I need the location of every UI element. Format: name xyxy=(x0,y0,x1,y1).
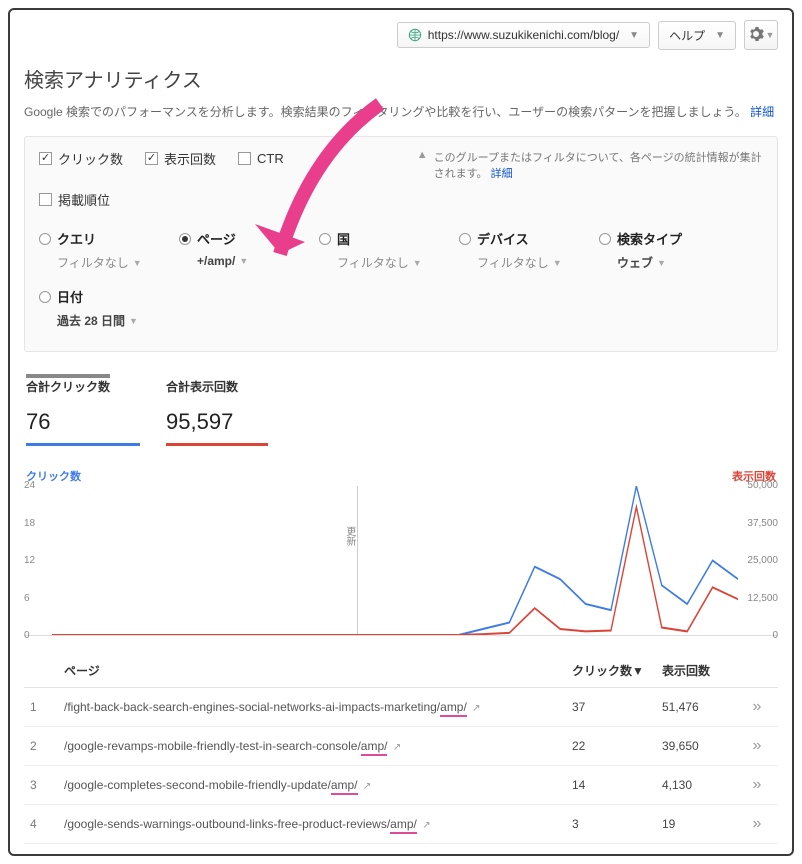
caret-down-icon: ▼ xyxy=(133,258,142,268)
dimension-device: デバイス フィルタなし▼ xyxy=(459,223,599,281)
row-index: 4 xyxy=(30,817,64,831)
help-button[interactable]: ヘルプ ▼ xyxy=(658,21,736,50)
row-more-button[interactable]: » xyxy=(753,698,762,715)
y-right-tick: 12,500 xyxy=(747,593,778,604)
external-link-icon: ↗ xyxy=(363,781,371,792)
site-url: https://www.suzukikenichi.com/blog/ xyxy=(428,28,619,42)
y-left-tick: 24 xyxy=(24,480,35,491)
dimension-date: 日付 過去 28 日間▼ xyxy=(39,281,763,339)
notice-details-link[interactable]: 詳細 xyxy=(491,168,513,180)
dimension-page-filter[interactable]: +/amp/▼ xyxy=(197,254,319,268)
filter-notice: ▲ このグループまたはフィルタについて、各ページの統計情報が集計されます。 詳細 xyxy=(387,149,763,181)
globe-icon xyxy=(408,28,422,42)
row-impressions: 39,650 xyxy=(662,739,742,753)
row-index: 3 xyxy=(30,778,64,792)
chart: クリック数 表示回数 06121824012,50025,00037,50050… xyxy=(24,468,778,636)
col-page-header[interactable]: ページ xyxy=(64,662,572,679)
row-more-button[interactable]: » xyxy=(753,815,762,832)
results-table: ページ クリック数▼ 表示回数 1/fight-back-back-search… xyxy=(24,654,778,844)
row-impressions: 4,130 xyxy=(662,778,742,792)
external-link-icon: ↗ xyxy=(393,742,401,753)
series-line xyxy=(52,507,738,635)
dimension-country: 国 フィルタなし▼ xyxy=(319,223,459,281)
caret-down-icon: ▼ xyxy=(629,30,639,41)
dimension-page-radio[interactable]: ページ xyxy=(179,229,319,248)
metric-position-checkbox[interactable]: 掲載順位 xyxy=(39,190,377,209)
metric-impressions-checkbox[interactable]: 表示回数 xyxy=(145,149,216,168)
caret-down-icon: ▼ xyxy=(129,316,138,326)
totals-row: 合計クリック数 76 合計表示回数 95,597 xyxy=(24,352,778,454)
dimension-device-radio[interactable]: デバイス xyxy=(459,229,599,248)
y-right-tick: 25,000 xyxy=(747,555,778,566)
dimension-query: クエリ フィルタなし▼ xyxy=(39,223,179,281)
row-clicks: 14 xyxy=(572,778,662,792)
row-index: 1 xyxy=(30,700,64,714)
dimension-page: ページ +/amp/▼ xyxy=(179,223,319,281)
page-title: 検索アナリティクス xyxy=(24,64,778,93)
row-clicks: 22 xyxy=(572,739,662,753)
total-impressions: 合計表示回数 95,597 xyxy=(166,374,268,446)
y-right-tick: 37,500 xyxy=(747,518,778,529)
caret-down-icon: ▼ xyxy=(715,30,725,41)
external-link-icon: ↗ xyxy=(472,703,480,714)
details-link[interactable]: 詳細 xyxy=(750,105,774,119)
external-link-icon: ↗ xyxy=(422,820,430,831)
caret-down-icon: ▼ xyxy=(553,258,562,268)
dimension-date-radio[interactable]: 日付 xyxy=(39,287,763,306)
total-clicks: 合計クリック数 76 xyxy=(26,374,140,446)
row-page-link[interactable]: /google-sends-warnings-outbound-links-fr… xyxy=(64,817,572,831)
row-more-button[interactable]: » xyxy=(753,737,762,754)
y-right-tick: 0 xyxy=(772,630,778,641)
metric-clicks-checkbox[interactable]: クリック数 xyxy=(39,149,123,168)
dimension-searchtype: 検索タイプ ウェブ▼ xyxy=(599,223,739,281)
warning-icon: ▲ xyxy=(417,149,428,181)
table-header: ページ クリック数▼ 表示回数 xyxy=(24,654,778,688)
row-page-link[interactable]: /google-revamps-mobile-friendly-test-in-… xyxy=(64,739,572,753)
table-row: 4/google-sends-warnings-outbound-links-f… xyxy=(24,805,778,844)
row-impressions: 19 xyxy=(662,817,742,831)
caret-down-icon: ▼ xyxy=(413,258,422,268)
caret-down-icon: ▼ xyxy=(657,258,666,268)
page-subtitle: Google 検索でのパフォーマンスを分析します。検索結果のフィルタリングや比較… xyxy=(24,103,778,120)
dimension-query-radio[interactable]: クエリ xyxy=(39,229,179,248)
dimension-searchtype-radio[interactable]: 検索タイプ xyxy=(599,229,739,248)
dimension-device-filter[interactable]: フィルタなし▼ xyxy=(477,254,599,271)
table-row: 1/fight-back-back-search-engines-social-… xyxy=(24,688,778,727)
col-clicks-header[interactable]: クリック数▼ xyxy=(572,662,662,679)
caret-down-icon: ▼ xyxy=(766,30,775,40)
col-impressions-header[interactable]: 表示回数 xyxy=(662,662,742,679)
top-bar: https://www.suzukikenichi.com/blog/ ▼ ヘル… xyxy=(10,10,792,64)
y-right-tick: 50,000 xyxy=(747,480,778,491)
row-page-link[interactable]: /google-completes-second-mobile-friendly… xyxy=(64,778,572,792)
row-clicks: 37 xyxy=(572,700,662,714)
y-left-tick: 0 xyxy=(24,630,30,641)
gear-icon xyxy=(748,26,764,45)
dimension-country-filter[interactable]: フィルタなし▼ xyxy=(337,254,459,271)
y-left-tick: 18 xyxy=(24,518,35,529)
y-left-tick: 6 xyxy=(24,593,30,604)
dimension-query-filter[interactable]: フィルタなし▼ xyxy=(57,254,179,271)
row-clicks: 3 xyxy=(572,817,662,831)
table-row: 2/google-revamps-mobile-friendly-test-in… xyxy=(24,727,778,766)
series-line xyxy=(52,486,738,635)
dimension-searchtype-filter[interactable]: ウェブ▼ xyxy=(617,254,739,271)
row-page-link[interactable]: /fight-back-back-search-engines-social-n… xyxy=(64,700,572,714)
dimension-country-radio[interactable]: 国 xyxy=(319,229,459,248)
y-left-tick: 12 xyxy=(24,555,35,566)
dimension-date-filter[interactable]: 過去 28 日間▼ xyxy=(57,312,763,329)
row-impressions: 51,476 xyxy=(662,700,742,714)
filter-panel: クリック数 表示回数 CTR 掲載順位 ▲ このグループまたはフィルタについて、… xyxy=(24,136,778,352)
metric-ctr-checkbox[interactable]: CTR xyxy=(238,149,284,168)
row-index: 2 xyxy=(30,739,64,753)
settings-button[interactable]: ▼ xyxy=(744,20,778,50)
site-selector[interactable]: https://www.suzukikenichi.com/blog/ ▼ xyxy=(397,22,650,48)
table-row: 3/google-completes-second-mobile-friendl… xyxy=(24,766,778,805)
caret-down-icon: ▼ xyxy=(239,256,248,266)
